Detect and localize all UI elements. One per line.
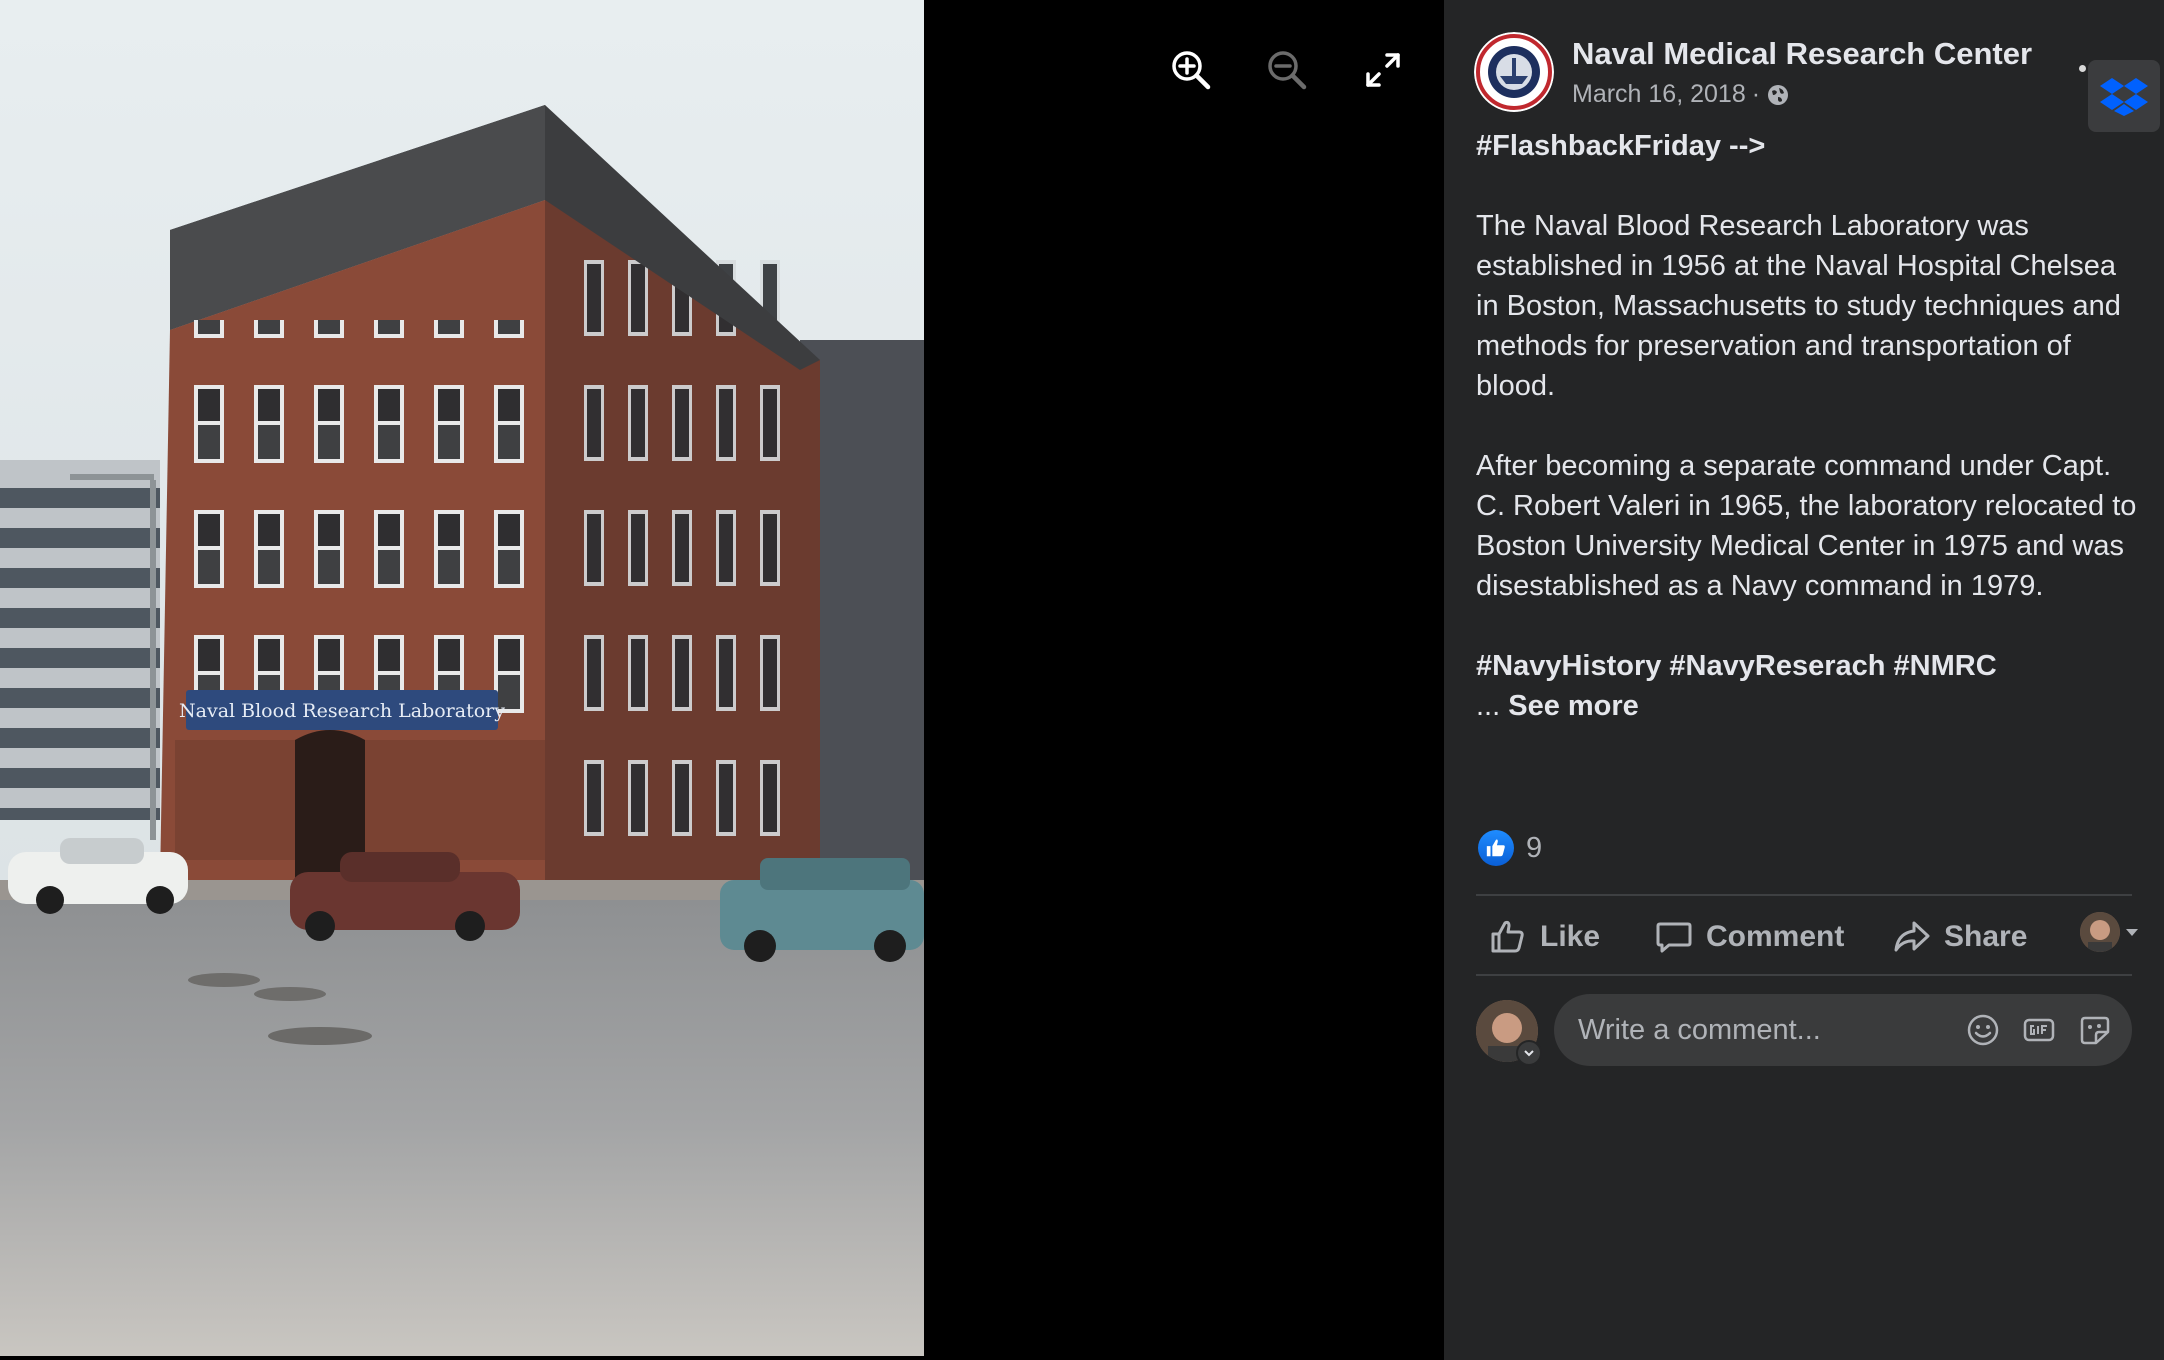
post-hashtags[interactable]: #NavyHistory #NavyReserach #NMRC [1476, 646, 2146, 686]
fullscreen-button[interactable] [1357, 44, 1409, 96]
dot [2078, 64, 2086, 72]
thumbs-up-icon [1486, 839, 1505, 857]
meta-separator: · [1751, 80, 1761, 108]
photo-sign-text: Naval Blood Research Laboratory [179, 700, 505, 722]
post-headline[interactable]: #FlashbackFriday --> [1476, 126, 2146, 166]
emoji-button[interactable] [1964, 1011, 2002, 1049]
page-name[interactable]: Naval Medical Research Center [1572, 36, 2032, 72]
like-label: Like [1540, 920, 1601, 953]
comment-label: Comment [1706, 920, 1845, 953]
photo-viewer: Naval Blood Research Laboratory [0, 0, 1444, 1360]
chevron-down-icon [1516, 1040, 1542, 1066]
user-avatar [2080, 912, 2120, 952]
post-body: #FlashbackFriday --> The Naval Blood Res… [1476, 126, 2146, 726]
share-label: Share [1944, 920, 2028, 953]
user-avatar-image [2080, 912, 2120, 952]
post-paragraph-2: After becoming a separate command under … [1476, 450, 2137, 602]
thumbs-up-icon [1491, 920, 1524, 953]
share-button[interactable]: Share [1892, 906, 2027, 968]
reaction-as-picker[interactable] [2080, 912, 2140, 952]
divider [1476, 974, 2132, 976]
post-photo[interactable]: Naval Blood Research Laboratory [0, 0, 924, 1356]
post-panel: Naval Medical Research Center March 16, … [1444, 0, 2164, 1360]
gif-icon [2023, 1018, 2055, 1042]
caret-down-icon [2126, 929, 2138, 936]
navy-seal-logo [1474, 32, 1554, 112]
see-more-link[interactable]: See more [1508, 690, 1639, 722]
comment-composer [1554, 994, 2132, 1066]
like-reaction-icon [1478, 830, 1514, 866]
sticker-icon [2080, 1016, 2110, 1045]
post-meta: March 16, 2018 · [1572, 80, 1790, 109]
globe-icon [1768, 84, 1789, 105]
dropbox-extension-button[interactable] [2088, 60, 2160, 132]
like-button[interactable]: Like [1488, 906, 1600, 968]
dropbox-icon [2100, 78, 2148, 116]
page-avatar[interactable] [1474, 32, 1554, 112]
sticker-button[interactable] [2076, 1011, 2114, 1049]
reaction-count: 9 [1526, 831, 1543, 864]
zoom-out-button[interactable] [1261, 44, 1313, 96]
comment-button[interactable]: Comment [1654, 906, 1844, 968]
post-paragraph-1: The Naval Blood Research Laboratory was … [1476, 210, 2121, 402]
emoji-icon [1967, 1014, 1999, 1046]
divider [1476, 894, 2132, 896]
reactions-summary[interactable]: 9 [1478, 830, 1542, 866]
expand-icon [1366, 53, 1400, 87]
zoom-out-icon [1268, 51, 1307, 90]
post-date[interactable]: March 16, 2018 [1572, 80, 1746, 109]
commenter-avatar[interactable] [1476, 1000, 1542, 1066]
zoom-in-icon [1172, 51, 1211, 90]
share-arrow-icon [1894, 921, 1930, 952]
see-more-row: ... See more [1476, 686, 2146, 726]
see-more-prefix: ... [1476, 690, 1509, 722]
comment-input[interactable] [1578, 1013, 1964, 1047]
zoom-in-button[interactable] [1165, 44, 1217, 96]
gif-button[interactable] [2020, 1011, 2058, 1049]
speech-bubble-icon [1656, 922, 1692, 953]
